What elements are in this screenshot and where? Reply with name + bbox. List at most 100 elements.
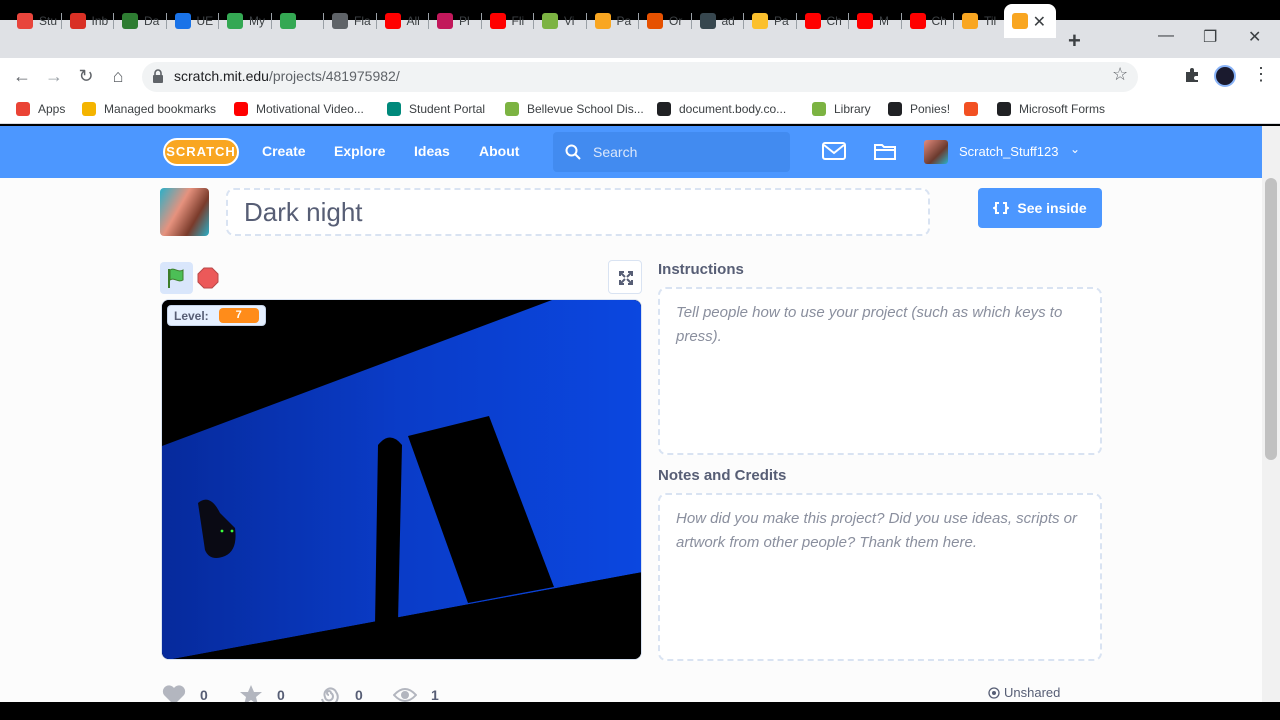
username[interactable]: Scratch_Stuff123 (959, 144, 1059, 159)
nav-about[interactable]: About (479, 143, 519, 159)
tab-0[interactable]: Stu (9, 4, 62, 38)
search-input[interactable] (593, 142, 773, 162)
nav-explore[interactable]: Explore (334, 143, 385, 159)
bookmark-9[interactable]: Microsoft Forms (997, 100, 1105, 118)
fullscreen-button[interactable] (608, 260, 642, 294)
messages-icon[interactable] (822, 141, 846, 161)
lock-icon (153, 69, 163, 83)
tab-favicon-icon (489, 13, 506, 29)
tab-favicon-icon (122, 13, 138, 29)
tab-favicon-icon (174, 13, 191, 29)
reload-icon[interactable]: ↻ (72, 62, 100, 90)
notes-field[interactable]: How did you make this project? Did you u… (658, 493, 1102, 661)
bookmark-star-icon[interactable]: ☆ (1112, 64, 1128, 85)
my-stuff-folder-icon[interactable] (873, 141, 897, 161)
tab-7[interactable]: All (377, 4, 429, 38)
views-stat: 1 (393, 684, 439, 702)
tab-2[interactable]: Da (114, 4, 167, 38)
tab-14[interactable]: Pa (744, 4, 797, 38)
bookmark-label: Microsoft Forms (1019, 102, 1106, 116)
bookmark-2[interactable]: Motivational Video... (234, 100, 364, 118)
close-tab-icon[interactable]: ✕ (1033, 12, 1046, 32)
tab-18[interactable]: Til (954, 4, 1007, 38)
tab-17[interactable]: Ch (902, 4, 954, 38)
search-box[interactable] (553, 132, 790, 172)
profile-avatar-icon[interactable] (1214, 65, 1236, 87)
stop-sign-icon[interactable] (197, 267, 219, 289)
tab-label: Pa (774, 14, 789, 28)
favorite-stat[interactable]: 0 (239, 684, 285, 702)
minimize-icon[interactable]: — (1158, 27, 1174, 45)
scratch-logo[interactable]: SCRATCH (163, 138, 239, 166)
tab-6[interactable]: Fla (324, 4, 377, 38)
notes-heading: Notes and Credits (658, 467, 787, 484)
bookmark-favicon-icon (505, 102, 519, 116)
unshared-icon (988, 686, 1000, 699)
bookmark-1[interactable]: Managed bookmarks (82, 100, 216, 118)
tab-15[interactable]: Ch (797, 4, 849, 38)
love-stat[interactable]: 0 (162, 684, 208, 702)
favorite-count: 0 (277, 687, 285, 702)
tab-active[interactable]: ✕ (1004, 4, 1056, 38)
window-close-icon[interactable]: ✕ (1248, 27, 1261, 47)
tab-12[interactable]: Or (639, 4, 692, 38)
extensions-icon[interactable] (1184, 67, 1200, 83)
bookmark-7[interactable]: Ponies! (888, 100, 950, 118)
bookmark-0[interactable]: Apps (16, 100, 65, 118)
back-arrow-icon[interactable]: ← (8, 62, 36, 90)
tab-11[interactable]: Pa (587, 4, 639, 38)
scratch-navbar: SCRATCH Create Explore Ideas About Scrat… (0, 126, 1262, 178)
tab-5[interactable] (272, 4, 324, 38)
nav-create[interactable]: Create (262, 143, 306, 159)
cat-eye-right (230, 529, 234, 533)
tab-label: Inb (91, 14, 109, 28)
bookmark-6[interactable]: Library (812, 100, 871, 118)
url-host: scratch.mit.edu (174, 68, 269, 84)
nav-ideas[interactable]: Ideas (414, 143, 450, 159)
see-inside-button[interactable]: See inside (978, 188, 1102, 228)
user-avatar[interactable] (924, 140, 948, 164)
tab-1[interactable]: Inb (62, 4, 114, 38)
browser-menu-icon[interactable]: ⋮ (1252, 64, 1270, 85)
tab-favicon-icon (909, 13, 926, 29)
tab-10[interactable]: Vi (534, 4, 587, 38)
tab-label: M (879, 14, 889, 28)
tab-favicon-icon (332, 13, 348, 29)
restore-icon[interactable]: ❐ (1203, 27, 1217, 47)
bookmark-label: Student Portal (409, 102, 486, 116)
tab-9[interactable]: Fli (482, 4, 534, 38)
tab-label: All (406, 14, 420, 28)
project-stage[interactable]: Level: 7 (161, 299, 642, 660)
tab-label: Stu (39, 14, 58, 28)
tab-16[interactable]: M (849, 4, 902, 38)
bookmark-label: Managed bookmarks (104, 102, 217, 116)
tab-favicon-icon (17, 13, 33, 29)
bookmark-5[interactable]: document.body.co... (657, 100, 786, 118)
tab-8[interactable]: Pl (429, 4, 482, 38)
project-title-field[interactable]: Dark night (226, 188, 930, 236)
bookmark-4[interactable]: Bellevue School Dis... (505, 100, 644, 118)
forward-arrow-icon[interactable]: → (40, 62, 68, 90)
new-tab-button[interactable]: + (1068, 28, 1081, 54)
instructions-field[interactable]: Tell people how to use your project (suc… (658, 287, 1102, 455)
level-monitor[interactable]: Level: 7 (167, 305, 266, 326)
bookmark-favicon-icon (964, 102, 978, 116)
tab-4[interactable]: My (219, 4, 272, 38)
tab-favicon-icon (279, 13, 296, 29)
bookmark-3[interactable]: Student Portal (387, 100, 485, 118)
url-text[interactable]: scratch.mit.edu/projects/481975982/ (174, 68, 400, 84)
tab-label: Vi (564, 14, 575, 28)
green-flag-icon (168, 268, 184, 288)
tab-favicon-icon (594, 13, 611, 29)
home-icon[interactable]: ⌂ (104, 62, 132, 90)
tab-favicon-icon (437, 13, 453, 29)
scrollbar-thumb[interactable] (1265, 178, 1277, 460)
tab-favicon-icon (647, 13, 663, 29)
green-flag-button[interactable] (160, 262, 193, 294)
chevron-down-icon[interactable]: ⌄ (1070, 142, 1080, 156)
bookmark-8[interactable] (964, 100, 986, 118)
views-count: 1 (431, 687, 439, 702)
tab-3[interactable]: UE (167, 4, 219, 38)
tab-13[interactable]: ad (692, 4, 744, 38)
scratch-project-page: SCRATCH Create Explore Ideas About Scrat… (0, 126, 1262, 702)
